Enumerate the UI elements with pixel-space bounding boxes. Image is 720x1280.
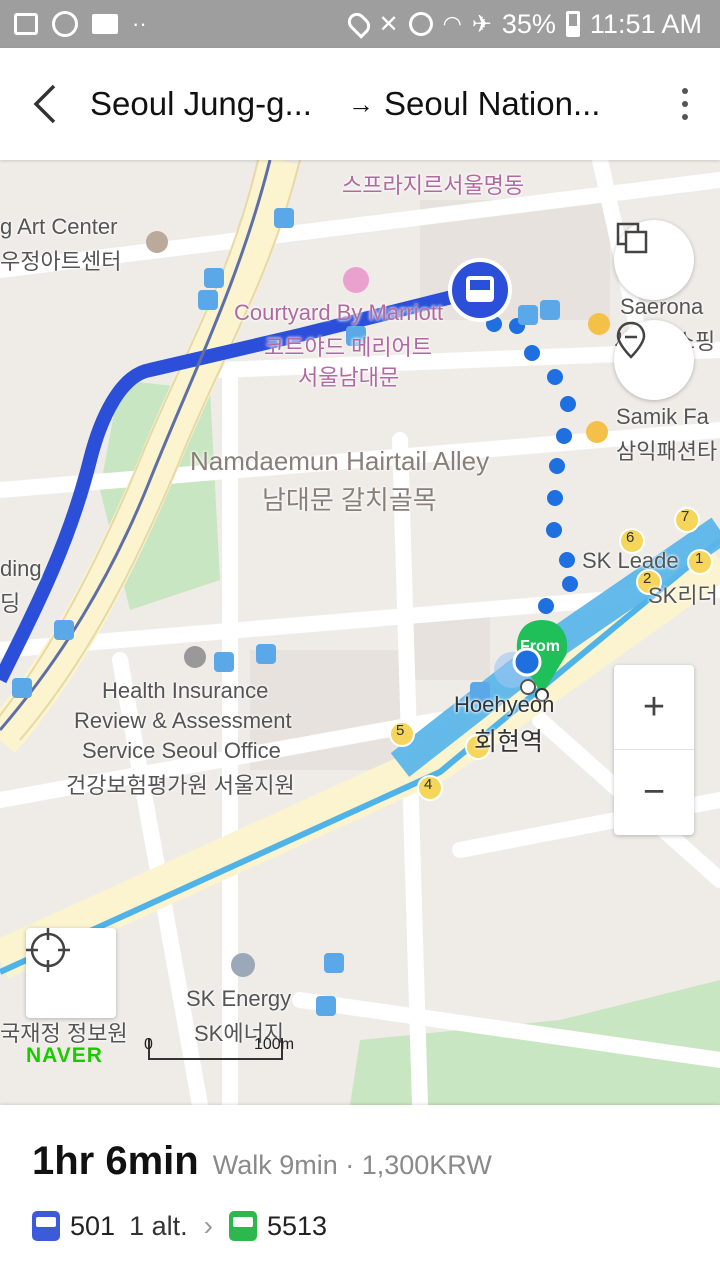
alarm-icon xyxy=(408,12,433,36)
map-label-samik[interactable]: Samik Fa xyxy=(616,404,709,430)
back-button[interactable] xyxy=(0,48,90,160)
bus-alternatives: 1 alt. xyxy=(129,1210,188,1241)
zoom-in-button[interactable]: + xyxy=(614,665,694,750)
exit-label: 6 xyxy=(626,529,635,546)
map-view[interactable]: 4 5 6 7 1 2 g Art Center 우정아트센터 스프라지르서울명… xyxy=(0,160,720,1105)
map-label-sprazir[interactable]: 스프라지르서울명동 xyxy=(342,168,524,200)
clock: 11:51 AM xyxy=(589,8,702,39)
map-label-art-center[interactable]: g Art Center xyxy=(0,214,117,240)
back-arrow-icon xyxy=(33,84,56,124)
zoom-out-button[interactable]: − xyxy=(614,750,694,835)
route-arrow-icon: → xyxy=(348,88,374,119)
more-options-button[interactable] xyxy=(650,48,720,160)
map-label-building[interactable]: ding xyxy=(0,556,42,582)
map-label-hoehyeon[interactable]: Hoehyeon xyxy=(454,692,554,718)
map-label-health-ko[interactable]: 건강보험평가원 서울지원 xyxy=(66,768,295,800)
exit-label: 5 xyxy=(396,722,405,739)
map-label-courtyard-ko1[interactable]: 코트야드 메리어트 xyxy=(264,330,432,362)
map-label-sk-leaders-ko[interactable]: SK리더 xyxy=(648,578,718,610)
map-label-health-2[interactable]: Review & Assessment xyxy=(74,708,292,734)
map-label-health-1[interactable]: Health Insurance xyxy=(102,678,268,704)
naver-logo: NAVER xyxy=(26,1044,103,1067)
airplane-icon: ✈ xyxy=(471,10,492,38)
route-summary-panel[interactable]: 1hr 6min Walk 9min · 1,300KRW 501 1 alt.… xyxy=(0,1105,720,1280)
exit-label: 7 xyxy=(681,508,690,525)
map-pin-icon xyxy=(616,321,646,359)
bus-number-primary: 501 xyxy=(70,1210,116,1241)
exit-label: 1 xyxy=(695,550,704,567)
whatsapp-icon xyxy=(52,11,78,37)
chevron-right-icon: › xyxy=(203,1210,213,1241)
route-duration: 1hr 6min xyxy=(32,1139,199,1183)
zoom-control: + − xyxy=(614,665,694,835)
map-label-health-3[interactable]: Service Seoul Office xyxy=(82,738,281,764)
route-header: Seoul Jung-g... → Seoul Nation... xyxy=(0,48,720,160)
mute-icon: ✕ xyxy=(378,10,399,38)
battery-percent: 35% xyxy=(501,8,556,39)
blue-bus-icon xyxy=(32,1211,60,1241)
map-label-namdaemun[interactable]: Namdaemun Hairtail Alley xyxy=(190,446,489,477)
bus-number-secondary: 5513 xyxy=(266,1210,328,1241)
route-details: Walk 9min · 1,300KRW xyxy=(212,1150,492,1180)
location-pin-button[interactable] xyxy=(614,320,694,400)
map-label-courtyard[interactable]: Courtyard By Marriott xyxy=(234,300,443,326)
status-bar: ·· ✕ ◠ ✈ 35% 11:51 AM xyxy=(0,0,720,48)
crosshair-icon xyxy=(26,928,70,972)
gallery-icon xyxy=(14,13,38,35)
origin-label[interactable]: Seoul Jung-g... xyxy=(90,85,330,123)
green-bus-icon xyxy=(228,1211,257,1241)
exit-label: 4 xyxy=(424,776,433,793)
map-label-sk-energy[interactable]: SK Energy xyxy=(186,986,291,1012)
layers-icon xyxy=(616,222,648,254)
map-label-courtyard-ko2[interactable]: 서울남대문 xyxy=(298,360,399,392)
scale-start: 0 xyxy=(144,1036,153,1053)
wifi-icon: ◠ xyxy=(442,11,462,36)
map-label-samik-ko[interactable]: 삼익패션타 xyxy=(616,434,717,466)
map-label-building-ko[interactable]: 딩 xyxy=(0,586,20,618)
more-notifications: ·· xyxy=(132,11,147,36)
map-label-art-center-ko[interactable]: 우정아트센터 xyxy=(0,244,121,276)
current-location-button[interactable] xyxy=(26,928,116,1018)
location-icon xyxy=(344,9,375,39)
map-label-namdaemun-ko[interactable]: 남대문 갈치골목 xyxy=(262,480,437,517)
scale-end: 100m xyxy=(254,1036,295,1053)
layers-button[interactable] xyxy=(614,220,694,300)
destination-label[interactable]: Seoul Nation... xyxy=(384,85,616,123)
from-pin-label: From xyxy=(520,638,560,655)
map-label-hoehyeon-ko[interactable]: 회현역 xyxy=(474,722,543,758)
folder-icon xyxy=(92,14,118,34)
battery-icon xyxy=(565,11,580,37)
map-label-sk-leaders[interactable]: SK Leade xyxy=(582,548,679,574)
